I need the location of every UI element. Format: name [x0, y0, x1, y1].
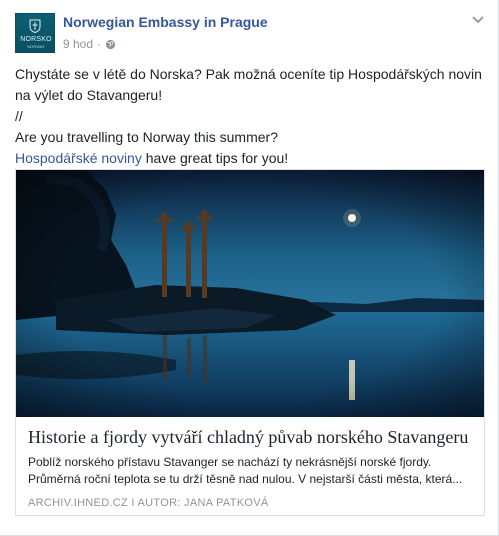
facebook-post: NORSKO NORWAY Norwegian Embassy in Pragu… [0, 0, 499, 536]
link-preview-source: ARCHIV.IHNED.CZ I AUTOR: JANA PATKOVÁ [28, 497, 269, 509]
meta-separator: · [97, 37, 102, 51]
post-text: Chystáte se v létě do Norska? Pak možná … [15, 64, 485, 169]
norway-crest-icon [29, 19, 41, 33]
post-timestamp[interactable]: 9 hod [63, 37, 93, 51]
link-preview-title[interactable]: Historie a fjordy vytváří chladný půvab … [28, 426, 474, 448]
post-text-tip-rest: have great tips for you! [141, 150, 289, 166]
avatar-logo-subtext: NORWAY [27, 44, 45, 49]
post-meta: 9 hod · [63, 37, 116, 51]
post-text-czech: Chystáte se v létě do Norska? Pak možná … [15, 66, 482, 103]
newspaper-link[interactable]: Hospodářské noviny [15, 150, 142, 166]
chevron-down-icon[interactable] [471, 15, 485, 25]
post-text-tip-line: Hospodářské noviny have great tips for y… [15, 148, 485, 169]
globe-icon[interactable] [105, 39, 116, 50]
link-preview-card[interactable]: Historie a fjordy vytváří chladný půvab … [15, 169, 485, 516]
link-preview-image[interactable] [16, 170, 484, 417]
fjord-swords-photo [16, 170, 484, 417]
link-preview-description: Poblíž norského přístavu Stavanger se na… [28, 455, 463, 486]
page-avatar[interactable]: NORSKO NORWAY [15, 13, 55, 53]
link-preview-body: Historie a fjordy vytváří chladný půvab … [28, 426, 474, 509]
avatar-logo-text: NORSKO [20, 36, 52, 43]
post-text-english: Are you travelling to Norway this summer… [15, 129, 278, 145]
post-text-divider: // [15, 108, 23, 124]
page-name-link[interactable]: Norwegian Embassy in Prague [63, 14, 268, 30]
post-header: NORSKO NORWAY Norwegian Embassy in Pragu… [15, 13, 485, 55]
